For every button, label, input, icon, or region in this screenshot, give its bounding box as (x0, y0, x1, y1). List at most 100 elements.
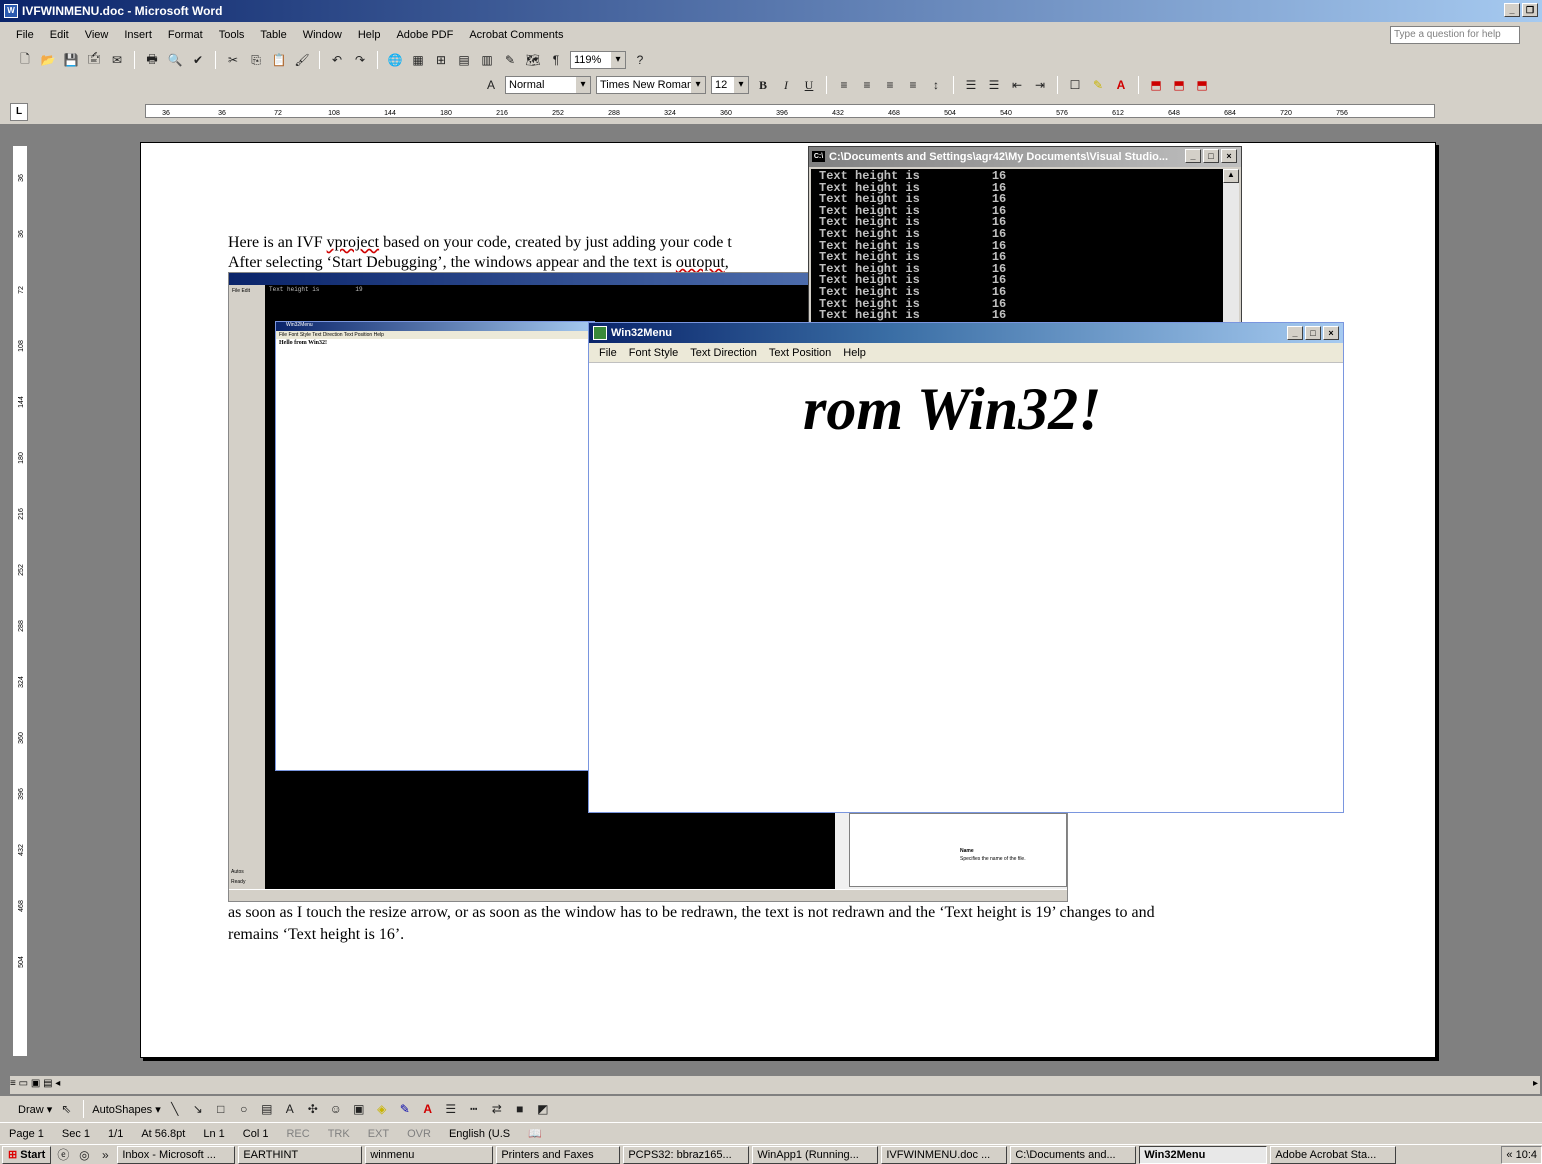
win32-menu-text-direction[interactable]: Text Direction (684, 347, 763, 359)
help-search-input[interactable]: Type a question for help (1390, 26, 1520, 44)
open-folder-icon[interactable]: 📂 (39, 51, 57, 69)
spelling-error-text[interactable]: outoput (676, 254, 725, 271)
start-button[interactable]: ⊞ Start (2, 1145, 52, 1164)
win32-menu-text-position[interactable]: Text Position (763, 347, 837, 359)
arrow-style-icon[interactable]: ⇄ (488, 1100, 506, 1118)
task-inbox[interactable]: Inbox - Microsoft ... (117, 1145, 236, 1164)
highlight-icon[interactable]: ✎ (1089, 76, 1107, 94)
menu-acrobat-comments[interactable]: Acrobat Comments (461, 29, 571, 41)
win32-menu-file[interactable]: File (593, 347, 623, 359)
doc-line-1[interactable]: Here is an IVF vproject based on your co… (228, 233, 732, 253)
insert-excel-icon[interactable]: ▤ (455, 51, 473, 69)
show-hide-icon[interactable]: ¶ (547, 51, 565, 69)
tab-selector[interactable]: L (10, 103, 28, 121)
doc-line-3[interactable]: as soon as I touch the resize arrow, or … (228, 903, 1155, 923)
select-objects-icon[interactable]: ⇖ (57, 1100, 75, 1118)
outlook-quicklaunch-icon[interactable]: ◎ (75, 1146, 93, 1164)
ie-quicklaunch-icon[interactable]: ⓔ (54, 1146, 72, 1164)
console-scrollbar[interactable]: ▲ (1223, 169, 1239, 323)
border-icon[interactable]: ☐ (1066, 76, 1084, 94)
task-pcps32[interactable]: PCPS32: bbraz165... (623, 1145, 750, 1164)
menu-edit[interactable]: Edit (42, 29, 77, 41)
console-titlebar[interactable]: C:\ C:\Documents and Settings\agr42\My D… (809, 147, 1241, 167)
columns-icon[interactable]: ▥ (478, 51, 496, 69)
help-icon[interactable]: ? (631, 51, 649, 69)
doc-line-2[interactable]: After selecting ‘Start Debugging’, the w… (228, 253, 729, 273)
draw-font-color-icon[interactable]: A (419, 1100, 437, 1118)
drawing-icon[interactable]: ✎ (501, 51, 519, 69)
spelling-error-text[interactable]: vproject (327, 234, 379, 251)
console-output[interactable]: Text height is 16 Text height is 16 Text h… (811, 169, 1225, 323)
pdf-convert-icon[interactable]: ⬒ (1147, 76, 1165, 94)
autoshapes-button[interactable]: AutoShapes ▾ (92, 1103, 161, 1116)
fill-color-icon[interactable]: ◈ (373, 1100, 391, 1118)
status-ext[interactable]: EXT (359, 1128, 398, 1140)
menu-table[interactable]: Table (252, 29, 294, 41)
numbering-icon[interactable]: ☰ (962, 76, 980, 94)
menu-window[interactable]: Window (295, 29, 350, 41)
task-documents[interactable]: C:\Documents and... (1010, 1145, 1137, 1164)
style-select[interactable]: Normal (505, 76, 591, 94)
increase-indent-icon[interactable]: ⇥ (1031, 76, 1049, 94)
align-left-icon[interactable]: ≡ (835, 76, 853, 94)
diagram-icon[interactable]: ✣ (304, 1100, 322, 1118)
italic-button[interactable]: I (777, 76, 795, 94)
font-size-select[interactable]: 12 (711, 76, 749, 94)
cut-icon[interactable]: ✂ (224, 51, 242, 69)
win32menu-window[interactable]: Win32Menu _ □ × File Font Style Text Dir… (588, 322, 1344, 813)
line-style-icon[interactable]: ☰ (442, 1100, 460, 1118)
insert-table-icon[interactable]: ⊞ (432, 51, 450, 69)
email-icon[interactable]: ✉ (108, 51, 126, 69)
decrease-indent-icon[interactable]: ⇤ (1008, 76, 1026, 94)
status-rec[interactable]: REC (277, 1128, 318, 1140)
save-icon[interactable]: 💾 (62, 51, 80, 69)
pdf-email-icon[interactable]: ⬒ (1170, 76, 1188, 94)
wordart-icon[interactable]: A (281, 1100, 299, 1118)
win32-maximize-button[interactable]: □ (1305, 326, 1321, 340)
task-winapp1[interactable]: WinApp1 (Running... (752, 1145, 879, 1164)
bold-button[interactable]: B (754, 76, 772, 94)
line-spacing-icon[interactable]: ↕ (927, 76, 945, 94)
menu-help[interactable]: Help (350, 29, 389, 41)
win32-close-button[interactable]: × (1323, 326, 1339, 340)
print-icon[interactable]: 🖶 (143, 51, 161, 69)
console-window[interactable]: C:\ C:\Documents and Settings\agr42\My D… (808, 146, 1242, 324)
vertical-ruler[interactable]: 36 36 72 108 144 180 216 252 288 324 360 396 432 468 5… (12, 145, 28, 1057)
console-close-button[interactable]: × (1221, 149, 1237, 163)
menu-view[interactable]: View (77, 29, 117, 41)
clipart-icon[interactable]: ☺ (327, 1100, 345, 1118)
copy-icon[interactable]: ⎘ (247, 51, 265, 69)
win32-menu-help[interactable]: Help (837, 347, 872, 359)
title-bar[interactable]: W IVFWINMENU.doc - Microsoft Word _ ❐ (0, 0, 1542, 22)
menu-file[interactable]: File (8, 29, 42, 41)
console-minimize-button[interactable]: _ (1185, 149, 1201, 163)
picture-icon[interactable]: ▣ (350, 1100, 368, 1118)
task-win32menu[interactable]: Win32Menu (1139, 1145, 1268, 1164)
document-map-icon[interactable]: 🗺 (524, 51, 542, 69)
spelling-status-icon[interactable]: 📖 (519, 1127, 551, 1140)
menu-insert[interactable]: Insert (116, 29, 160, 41)
view-buttons-icon[interactable]: ≡ ▭ ▣ ▤ ◂ (10, 1078, 60, 1089)
task-printers[interactable]: Printers and Faxes (496, 1145, 621, 1164)
tables-borders-icon[interactable]: ▦ (409, 51, 427, 69)
line-color-icon[interactable]: ✎ (396, 1100, 414, 1118)
new-document-icon[interactable]: 🗋 (16, 51, 34, 69)
scroll-up-icon[interactable]: ▲ (1223, 169, 1239, 183)
horizontal-ruler[interactable]: 36 36 72 108 144 180 216 252 288 324 360 396 432 468 5… (145, 104, 1435, 118)
task-ivfwinmenu[interactable]: IVFWINMENU.doc ... (881, 1145, 1008, 1164)
minimize-button[interactable]: _ (1504, 3, 1520, 17)
status-trk[interactable]: TRK (319, 1128, 359, 1140)
line-icon[interactable]: ╲ (166, 1100, 184, 1118)
undo-icon[interactable]: ↶ (328, 51, 346, 69)
task-acrobat[interactable]: Adobe Acrobat Sta... (1270, 1145, 1397, 1164)
pdf-review-icon[interactable]: ⬒ (1193, 76, 1211, 94)
underline-button[interactable]: U (800, 76, 818, 94)
tray-expand-icon[interactable]: « (1506, 1149, 1512, 1161)
spelling-icon[interactable]: ✔ (189, 51, 207, 69)
styles-icon[interactable]: A (482, 76, 500, 94)
paste-icon[interactable]: 📋 (270, 51, 288, 69)
doc-line-4[interactable]: remains ‘Text height is 16’. (228, 925, 404, 945)
format-painter-icon[interactable]: 🖌 (293, 51, 311, 69)
rectangle-icon[interactable]: □ (212, 1100, 230, 1118)
win32-menu-font-style[interactable]: Font Style (623, 347, 685, 359)
